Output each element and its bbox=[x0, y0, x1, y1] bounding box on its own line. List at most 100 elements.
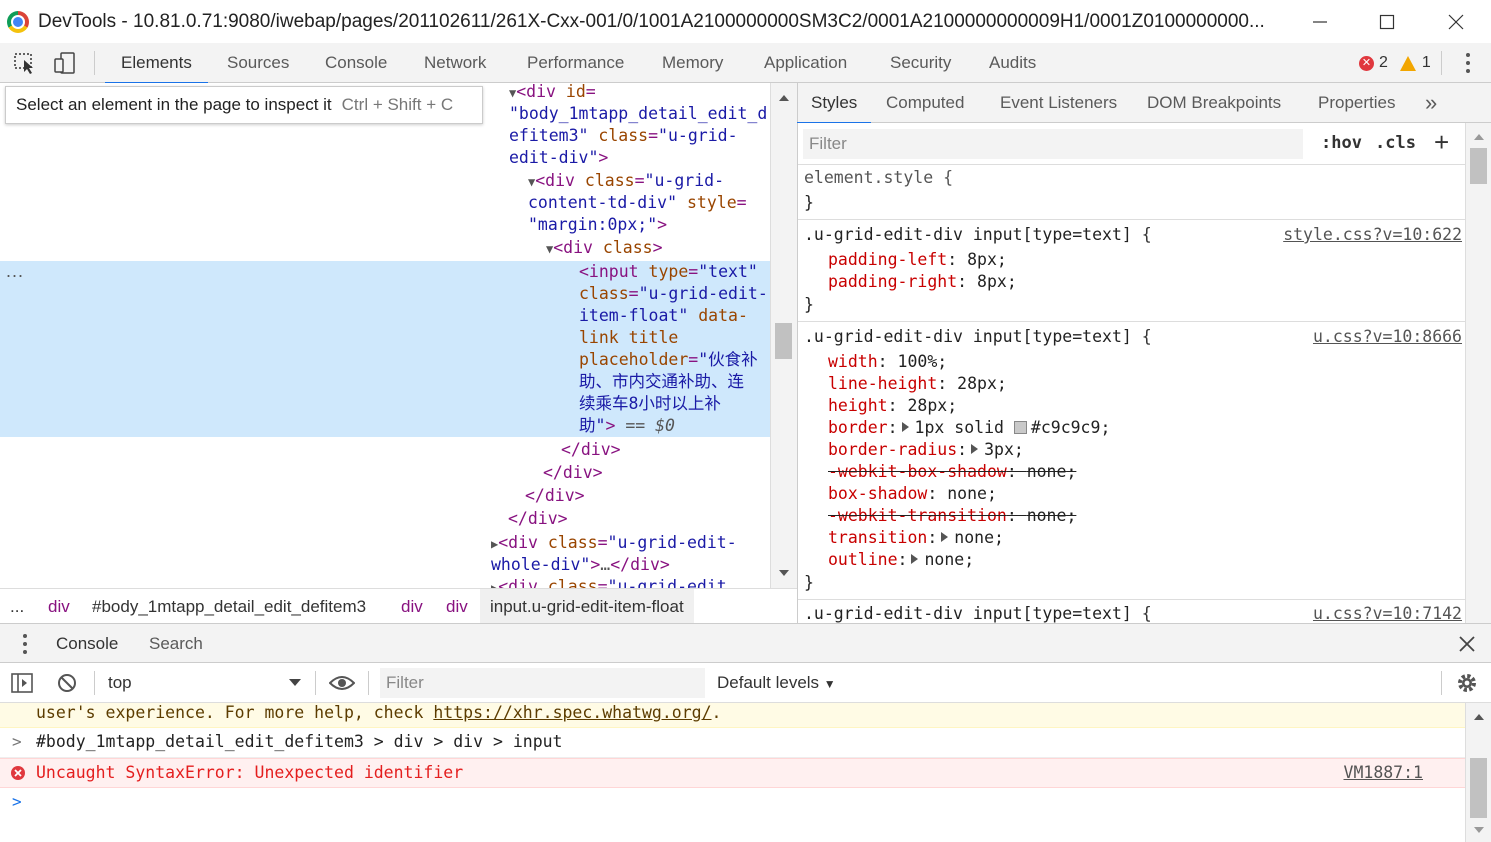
issue-counts[interactable]: ✕ 2 1 bbox=[1359, 43, 1431, 83]
dom-line[interactable]: content-td-div" style= bbox=[528, 192, 747, 214]
style-property[interactable]: height: 28px; bbox=[828, 395, 957, 417]
styles-scrollbar[interactable] bbox=[1465, 123, 1491, 623]
style-property[interactable]: padding-left: 8px; bbox=[828, 249, 1007, 271]
style-property[interactable]: border-radius: 3px; bbox=[828, 439, 1024, 461]
drawer-menu-icon[interactable] bbox=[22, 634, 28, 654]
expand-arrow-icon[interactable] bbox=[941, 532, 949, 542]
error-source-link[interactable]: VM1887:1 bbox=[1344, 759, 1423, 787]
rule-source-link[interactable]: style.css?v=10:622 bbox=[1283, 224, 1462, 246]
rule-selector[interactable]: .u-grid-edit-div input[type=text] { bbox=[804, 326, 1152, 348]
breadcrumb-item[interactable]: #body_1mtapp_detail_edit_defitem3 bbox=[92, 589, 366, 624]
dom-line[interactable]: ▼<div id= bbox=[509, 83, 596, 104]
dom-line[interactable]: ▶<div class="u-grid-edit bbox=[491, 576, 727, 588]
clear-console-icon[interactable] bbox=[56, 672, 78, 694]
tab-styles[interactable]: Styles bbox=[796, 83, 872, 124]
tab-application[interactable]: Application bbox=[764, 43, 847, 83]
style-property[interactable]: box-shadow: none; bbox=[828, 483, 997, 505]
chevron-down-icon[interactable] bbox=[288, 678, 302, 688]
more-options-icon[interactable] bbox=[1465, 53, 1471, 73]
styles-filter-input[interactable] bbox=[803, 129, 1303, 159]
console-sidebar-icon[interactable] bbox=[10, 672, 36, 694]
close-window-button[interactable] bbox=[1421, 0, 1491, 43]
cls-toggle[interactable]: .cls bbox=[1375, 133, 1416, 153]
dom-line-selected[interactable]: class="u-grid-edit- bbox=[579, 283, 768, 305]
dom-line[interactable]: </div> bbox=[508, 508, 568, 530]
tab-dom-breakpoints[interactable]: DOM Breakpoints bbox=[1147, 83, 1281, 123]
style-property[interactable]: line-height: 28px; bbox=[828, 373, 1007, 395]
tab-elements[interactable]: Elements bbox=[105, 43, 208, 84]
style-property[interactable]: border: 1px solid #c9c9c9; bbox=[828, 417, 1110, 439]
dom-line-selected[interactable]: link title bbox=[579, 327, 678, 349]
console-scroll-thumb[interactable] bbox=[1470, 758, 1487, 818]
tab-audits[interactable]: Audits bbox=[989, 43, 1036, 83]
scroll-down-icon[interactable] bbox=[771, 564, 798, 584]
live-expression-eye-icon[interactable] bbox=[329, 674, 355, 692]
dom-line-selected[interactable]: <input type="text" bbox=[579, 261, 758, 283]
expand-arrow-icon[interactable] bbox=[911, 554, 919, 564]
rule-source-link[interactable]: u.css?v=10:7142 bbox=[1313, 603, 1462, 623]
new-style-rule-icon[interactable]: + bbox=[1434, 127, 1449, 158]
tab-performance[interactable]: Performance bbox=[527, 43, 624, 83]
expand-arrow-icon[interactable] bbox=[971, 444, 979, 454]
style-property[interactable]: transition: none; bbox=[828, 527, 1004, 549]
dom-line[interactable]: ▼<div class> bbox=[546, 237, 663, 260]
scroll-up-icon[interactable] bbox=[1466, 709, 1491, 725]
dom-line-selected[interactable]: 助、市内交通补助、连 bbox=[579, 371, 744, 393]
dom-line[interactable]: </div> bbox=[525, 485, 585, 507]
minimize-button[interactable] bbox=[1285, 0, 1355, 43]
dom-line[interactable]: whole-div">…</div> bbox=[491, 554, 670, 576]
console-filter-input[interactable] bbox=[380, 668, 705, 698]
element-style-selector[interactable]: element.style { bbox=[804, 167, 953, 189]
styles-scroll-thumb[interactable] bbox=[1470, 148, 1487, 184]
scroll-down-icon[interactable] bbox=[1466, 822, 1491, 838]
style-property-overridden[interactable]: -webkit-box-shadow: none; bbox=[828, 461, 1076, 483]
scroll-up-icon[interactable] bbox=[771, 87, 798, 107]
drawer-tab-console[interactable]: Console bbox=[41, 624, 133, 665]
rule-selector[interactable]: .u-grid-edit-div input[type=text] { bbox=[804, 224, 1152, 246]
console-scrollbar[interactable] bbox=[1465, 703, 1491, 842]
breadcrumb-item[interactable]: div bbox=[401, 589, 423, 624]
dom-line[interactable]: "margin:0px;"> bbox=[528, 214, 667, 236]
maximize-button[interactable] bbox=[1352, 0, 1422, 43]
style-property[interactable]: width: 100%; bbox=[828, 351, 947, 373]
context-selector[interactable]: top bbox=[108, 663, 132, 703]
device-toolbar-button[interactable] bbox=[53, 52, 77, 74]
style-property[interactable]: outline: none; bbox=[828, 549, 974, 571]
style-property-overridden[interactable]: -webkit-transition: none; bbox=[828, 505, 1076, 527]
drawer-tab-search[interactable]: Search bbox=[149, 624, 203, 664]
tab-event-listeners[interactable]: Event Listeners bbox=[1000, 83, 1117, 123]
rule-source-link[interactable]: u.css?v=10:8666 bbox=[1313, 326, 1462, 348]
dom-line-selected[interactable]: 助"> == $0 bbox=[579, 415, 675, 437]
log-levels-dropdown[interactable]: Default levels ▼ bbox=[717, 663, 836, 703]
close-drawer-icon[interactable] bbox=[1458, 635, 1476, 653]
node-actions-ellipsis[interactable]: ... bbox=[6, 261, 24, 282]
breadcrumb-item[interactable]: div bbox=[48, 589, 70, 624]
tab-security[interactable]: Security bbox=[890, 43, 951, 83]
warning-link[interactable]: https://xhr.spec.whatwg.org/ bbox=[433, 703, 711, 722]
tab-console[interactable]: Console bbox=[325, 43, 387, 83]
dom-line-selected[interactable]: item-float" data- bbox=[579, 305, 748, 327]
inspect-element-button[interactable] bbox=[13, 52, 37, 74]
elements-scrollbar[interactable] bbox=[770, 83, 797, 588]
dom-line[interactable]: </div> bbox=[561, 439, 621, 461]
dom-line[interactable]: </div> bbox=[543, 462, 603, 484]
style-property[interactable]: padding-right: 8px; bbox=[828, 271, 1017, 293]
tab-network[interactable]: Network bbox=[424, 43, 486, 83]
scroll-up-icon[interactable] bbox=[1466, 129, 1491, 145]
breadcrumb-current[interactable]: input.u-grid-edit-item-float bbox=[480, 589, 694, 624]
console-prompt[interactable]: > bbox=[0, 788, 1465, 818]
elements-scroll-thumb[interactable] bbox=[775, 323, 792, 359]
console-settings-gear-icon[interactable] bbox=[1455, 671, 1479, 695]
dom-line-selected[interactable]: 续乘车8小时以上补 bbox=[579, 393, 721, 415]
dom-line[interactable]: ▶<div class="u-grid-edit- bbox=[491, 532, 737, 555]
tab-sources[interactable]: Sources bbox=[227, 43, 289, 83]
expand-arrow-icon[interactable] bbox=[901, 422, 909, 432]
dom-line[interactable]: ▼<div class="u-grid- bbox=[528, 170, 724, 193]
tab-memory[interactable]: Memory bbox=[662, 43, 723, 83]
color-swatch[interactable] bbox=[1013, 421, 1027, 434]
rule-selector[interactable]: .u-grid-edit-div input[type=text] { bbox=[804, 603, 1152, 623]
dom-line[interactable]: "body_1mtapp_detail_edit_d bbox=[509, 103, 767, 125]
tab-computed[interactable]: Computed bbox=[886, 83, 964, 123]
more-tabs-icon[interactable]: » bbox=[1425, 83, 1437, 123]
breadcrumb-item[interactable]: div bbox=[446, 589, 468, 624]
